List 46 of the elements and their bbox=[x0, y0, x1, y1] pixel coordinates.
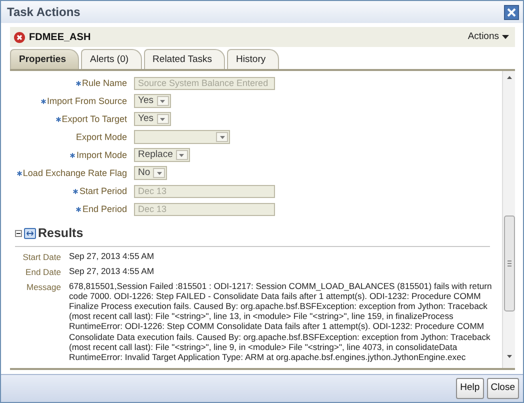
dropdown[interactable]: Replace bbox=[134, 148, 190, 162]
field-label: Load Exchange Rate Flag bbox=[22, 166, 127, 180]
field-value: Consolidate Data execution fails. Caused By: org.apache.bsf.BSFException: exception from Jython: Traceback bbox=[69, 332, 492, 342]
field-label: End Period bbox=[82, 202, 127, 216]
dropdown[interactable]: Yes bbox=[134, 94, 170, 108]
field-value: RuntimeError: ODI-1226: Step COMM Consolidate Data fails after 1 attempt(s). ODI-1232: Procedure COMM bbox=[69, 321, 486, 332]
close-icon bbox=[507, 8, 516, 16]
field-value: Sep 27, 2013 4:55 AM bbox=[69, 266, 154, 276]
field-value: 678,815501,Session Failed :815501 : ODI-1217: Session COMM_LOAD_BALANCES (815501) fails with return bbox=[69, 280, 492, 291]
field-label: Message bbox=[26, 280, 62, 294]
caret-icon bbox=[160, 100, 165, 103]
tab[interactable]: History bbox=[227, 49, 279, 70]
dropdown[interactable]: No bbox=[134, 166, 168, 180]
dialog-button[interactable]: Help bbox=[456, 378, 484, 399]
dropdown[interactable]: Yes bbox=[134, 112, 170, 126]
detach-icon[interactable] bbox=[24, 228, 36, 240]
field-label: Import Mode bbox=[76, 148, 127, 162]
field-value: Finalize Process execution fails. Caused By: org.apache.bsf.BSFException: exception from Jython: Traceback bbox=[69, 300, 488, 312]
window-title: Task Actions bbox=[7, 4, 80, 21]
close-button[interactable] bbox=[504, 4, 519, 20]
field-label: Export Mode bbox=[76, 130, 127, 144]
collapse-icon[interactable] bbox=[15, 230, 22, 238]
caret-icon bbox=[156, 172, 162, 175]
tab[interactable]: Properties bbox=[10, 49, 79, 70]
field-label: Import From Source bbox=[46, 94, 127, 108]
field-label: Export To Target bbox=[62, 112, 127, 126]
field-value: (most recent call last): File "<string>", line 9, in <module> File "<string>", line 4073, in consolidateData bbox=[69, 342, 458, 352]
task-name: FDMEE_ASH bbox=[29, 30, 91, 44]
actions-menu[interactable]: Actions bbox=[468, 30, 509, 44]
field-value: code 7000. ODI-1226: Step FAILED - Consolidate Data fails after 1 attempt(s). ODI-1232: Procedure COMM bbox=[69, 290, 482, 301]
scrollbar[interactable] bbox=[502, 71, 515, 368]
field-value: RuntimeError: Invalid Target Application Type: ARM at org.apache.bsf.engines.jython.JythonEngine.exec bbox=[69, 352, 467, 362]
field-label: Start Period bbox=[79, 184, 127, 198]
field-label: End Date bbox=[24, 266, 62, 278]
section-title: Results bbox=[38, 225, 84, 242]
field-label: Start Date bbox=[22, 251, 62, 264]
tab[interactable]: Alerts (0) bbox=[81, 49, 142, 70]
field-value: (most recent call last): File "<string>", line 13, in <module> File "<string>", line 159, in finalizeProcess bbox=[69, 311, 454, 322]
tab[interactable]: Related Tasks bbox=[144, 49, 226, 70]
caret-icon bbox=[160, 118, 165, 121]
caret-icon bbox=[502, 35, 509, 39]
caret-icon bbox=[220, 136, 224, 139]
field-value: Sep 27, 2013 4:55 AM bbox=[69, 251, 154, 262]
caret-icon bbox=[179, 154, 184, 157]
dialog-button[interactable]: Close bbox=[486, 378, 519, 399]
field-label: Rule Name bbox=[82, 76, 127, 90]
